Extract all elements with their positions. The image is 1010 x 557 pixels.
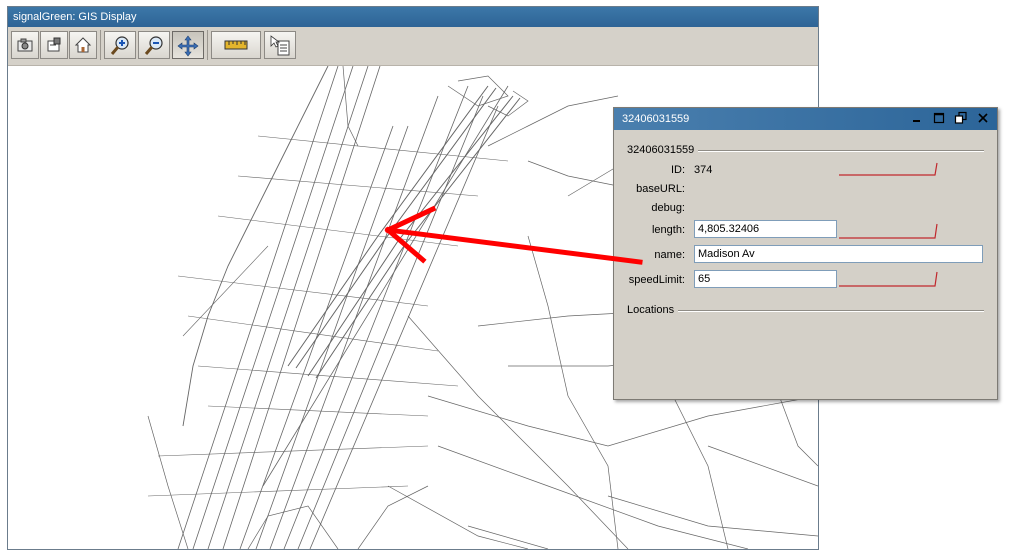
toolbar-separator <box>207 30 208 60</box>
maximize-icon[interactable] <box>932 111 946 125</box>
field-underline-decoration <box>839 223 938 239</box>
snapshot-button[interactable] <box>11 31 39 59</box>
road-segment <box>157 445 429 457</box>
road-segment <box>467 525 549 549</box>
road-segment <box>567 395 619 549</box>
restore-icon[interactable] <box>954 111 968 125</box>
road-segment <box>255 125 409 549</box>
locations-divider <box>676 310 984 312</box>
zoom-out-button[interactable] <box>138 31 170 59</box>
road-segment <box>487 90 529 117</box>
road-segment <box>283 85 469 549</box>
road-segment <box>207 405 429 417</box>
road-segment <box>269 95 439 549</box>
road-segment <box>207 65 369 549</box>
name-field[interactable] <box>694 245 983 263</box>
group-title: 32406031559 <box>627 144 699 156</box>
select-info-button[interactable] <box>264 31 296 59</box>
zoom-in-icon <box>110 36 129 55</box>
export-button[interactable] <box>40 31 68 59</box>
zoom-out-icon <box>144 36 163 55</box>
home-button[interactable] <box>69 31 97 59</box>
road-segment <box>247 505 339 549</box>
debug-label: debug: <box>651 202 685 214</box>
minimize-icon[interactable] <box>910 111 924 125</box>
road-segment <box>427 395 818 447</box>
road-segment <box>357 485 429 549</box>
road-segment <box>447 75 509 107</box>
road-segment <box>309 105 499 549</box>
road-segment <box>222 65 381 549</box>
name-label: name: <box>654 249 685 261</box>
road-segment <box>307 95 514 377</box>
home-icon <box>74 37 92 53</box>
window-title: signalGreen: GIS Display <box>8 7 818 27</box>
field-underline-decoration <box>839 271 938 287</box>
close-icon[interactable] <box>976 111 990 125</box>
feature-inspector-dialog: 32406031559 32406031559 ID: 374 baseURL:… <box>613 107 998 400</box>
speedlimit-label: speedLimit: <box>628 274 685 286</box>
road-segment <box>182 245 269 337</box>
road-segment <box>607 495 818 537</box>
length-label: length: <box>651 224 685 236</box>
road-segment <box>297 95 484 549</box>
road-segment <box>182 65 329 427</box>
camera-icon <box>17 38 33 52</box>
id-label: ID: <box>670 164 685 176</box>
road-segment <box>257 135 509 162</box>
dialog-titlebar[interactable]: 32406031559 <box>614 108 997 130</box>
dialog-title: 32406031559 <box>622 113 690 125</box>
measure-button[interactable] <box>211 31 261 59</box>
locations-label: Locations <box>627 304 679 316</box>
export-icon <box>47 37 61 52</box>
pan-button[interactable] <box>172 31 204 59</box>
road-segment <box>527 235 569 397</box>
toolbar <box>8 27 818 66</box>
road-segment <box>287 85 489 367</box>
field-underline-decoration <box>839 162 938 176</box>
road-segment <box>315 97 521 379</box>
select-info-icon <box>270 35 290 56</box>
length-field[interactable] <box>694 220 837 238</box>
speedlimit-field[interactable] <box>694 270 837 288</box>
road-segment <box>187 315 439 352</box>
road-segment <box>407 315 629 549</box>
group-divider <box>684 150 984 152</box>
toolbar-separator <box>100 30 101 60</box>
pan-icon <box>177 35 199 57</box>
road-segment <box>217 215 459 247</box>
zoom-in-button[interactable] <box>104 31 136 59</box>
road-segment <box>147 415 189 549</box>
id-value: 374 <box>694 164 713 176</box>
road-segment <box>707 445 818 487</box>
road-segment <box>295 87 497 369</box>
measure-ruler-icon <box>224 40 248 50</box>
road-segment <box>177 65 339 549</box>
road-segment <box>437 445 749 549</box>
baseurl-label: baseURL: <box>636 183 685 195</box>
road-segment <box>197 365 459 387</box>
